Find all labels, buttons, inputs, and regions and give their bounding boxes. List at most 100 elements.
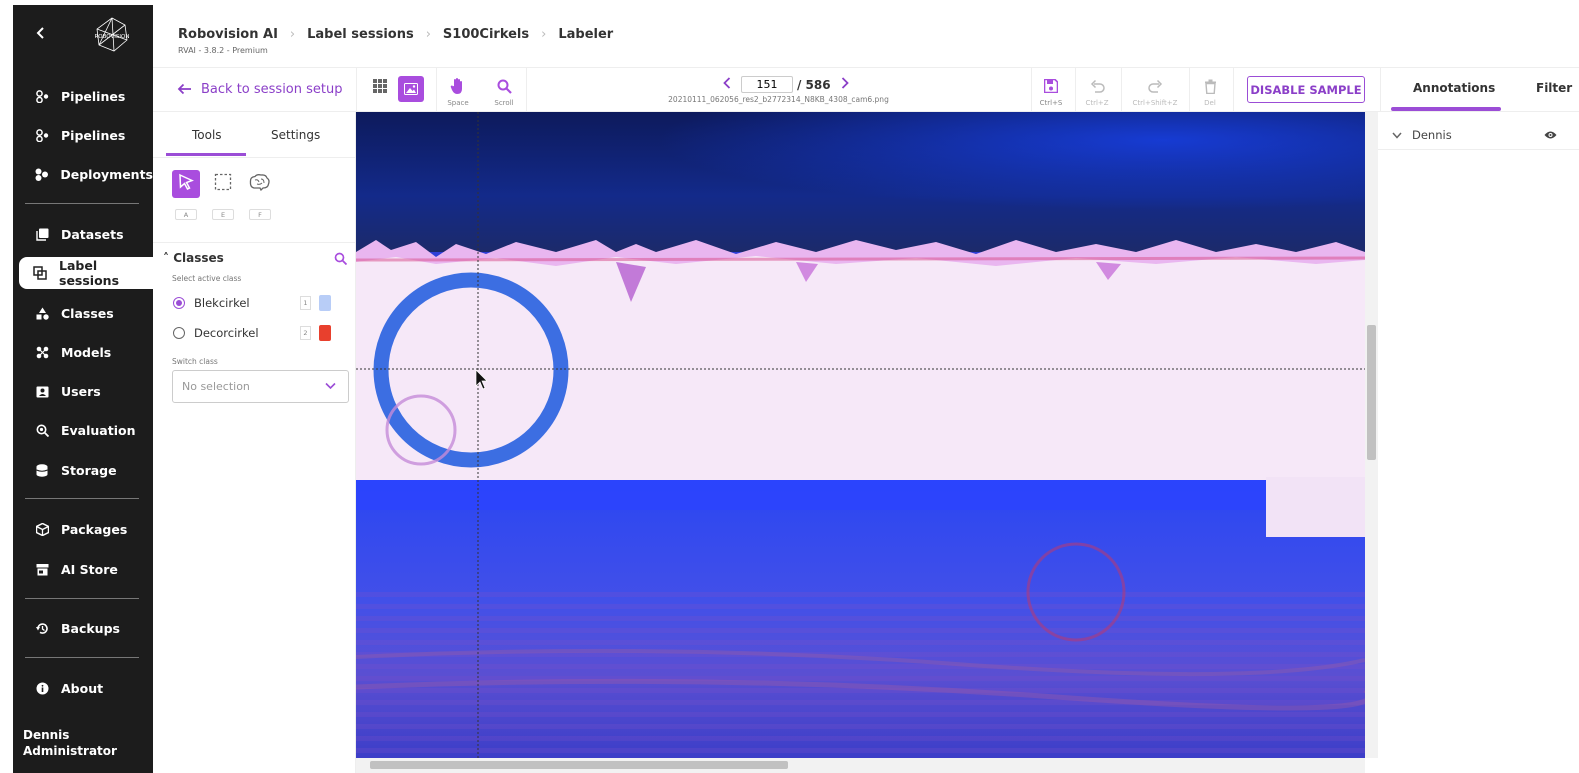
sidebar-item-label: Users — [61, 383, 101, 399]
sidebar-divider — [25, 498, 139, 499]
image-view-button[interactable] — [398, 76, 424, 102]
toolbar-divider — [526, 68, 527, 112]
sidebar-item-models[interactable]: Models — [21, 336, 153, 368]
tab-tools[interactable]: Tools — [192, 128, 222, 142]
search-icon[interactable] — [334, 250, 348, 269]
radio-unselected[interactable] — [173, 327, 185, 339]
sidebar-item-label: About — [61, 680, 104, 696]
arrow-left-icon — [177, 80, 192, 99]
class-color-swatch[interactable] — [319, 325, 331, 341]
pan-button[interactable]: Space — [443, 74, 473, 107]
undo-button[interactable]: Ctrl+Z — [1082, 74, 1112, 107]
breadcrumb-session[interactable]: S100Cirkels — [443, 27, 529, 42]
smart-tool-button[interactable] — [246, 170, 274, 198]
chevron-down-icon[interactable] — [1392, 128, 1402, 142]
sidebar-item-about[interactable]: About — [21, 672, 153, 704]
delete-button[interactable]: Del — [1195, 74, 1225, 107]
store-icon — [35, 562, 49, 576]
eye-icon[interactable] — [1544, 129, 1557, 143]
breadcrumb-robovision-ai[interactable]: Robovision AI — [178, 27, 278, 42]
sidebar-item-label: Classes — [61, 305, 114, 321]
disable-sample-button[interactable]: DISABLE SAMPLE — [1247, 76, 1365, 103]
sidebar-item-evaluation[interactable]: Evaluation — [21, 414, 153, 446]
shortcut-space: Space — [447, 99, 469, 107]
sidebar-item-users[interactable]: Users — [21, 375, 153, 407]
brain-icon — [249, 173, 271, 195]
deployments-icon — [35, 167, 49, 181]
shortcut-smart-tool: F — [249, 209, 271, 220]
sidebar-item-backups[interactable]: Backups — [21, 612, 153, 644]
class-name: Blekcirkel — [194, 296, 250, 310]
scroll-zoom-button[interactable]: Scroll — [489, 74, 519, 107]
breadcrumb-label-sessions[interactable]: Label sessions — [307, 27, 414, 42]
chevron-left-icon[interactable] — [35, 25, 51, 45]
cursor-icon — [177, 173, 195, 195]
toolbar-divider — [1121, 68, 1122, 112]
back-link-label: Back to session setup — [201, 82, 343, 97]
sidebar-item-pipelines[interactable]: Pipelines — [21, 80, 153, 112]
image-canvas[interactable] — [356, 112, 1365, 758]
sidebar-item-label-sessions[interactable]: Label sessions — [19, 257, 159, 289]
breadcrumb-separator: › — [541, 27, 547, 42]
tab-filter[interactable]: Filter — [1536, 81, 1572, 95]
save-button[interactable]: Ctrl+S — [1036, 74, 1066, 107]
pipelines-icon — [35, 89, 49, 103]
collapse-icon: ˄ — [163, 251, 174, 265]
sidebar-item-datasets[interactable]: Datasets — [21, 218, 153, 250]
panel-divider — [153, 242, 356, 243]
canvas-vertical-scrollbar[interactable] — [1365, 112, 1378, 758]
breadcrumb-labeler: Labeler — [558, 27, 614, 42]
sidebar-item-deployments[interactable]: Deployments — [21, 158, 153, 190]
radio-selected[interactable] — [173, 297, 185, 309]
scrollbar-thumb[interactable] — [1367, 325, 1376, 460]
tab-settings[interactable]: Settings — [271, 128, 320, 142]
breadcrumb-separator: › — [289, 27, 296, 42]
grid-view-button[interactable] — [365, 74, 395, 98]
chevron-right-icon[interactable] — [841, 76, 849, 93]
tab-annotations[interactable]: Annotations — [1413, 81, 1495, 95]
shortcut-save: Ctrl+S — [1039, 99, 1063, 107]
shortcut-delete: Del — [1204, 99, 1216, 107]
sidebar-item-label: Evaluation — [61, 422, 136, 438]
breadcrumb-separator: › — [425, 27, 431, 42]
page-number-input[interactable] — [741, 76, 793, 93]
sidebar-divider — [25, 657, 139, 658]
select-tool-button[interactable] — [172, 170, 200, 198]
sidebar-item-label: Pipelines — [61, 127, 126, 143]
sidebar-item-storage[interactable]: Storage — [21, 454, 153, 486]
sidebar-item-packages[interactable]: Packages — [21, 513, 153, 545]
sidebar-item-label: Packages — [61, 521, 128, 537]
sidebar-item-pipelines-2[interactable]: Pipelines — [21, 119, 153, 151]
back-to-session-setup-link[interactable]: Back to session setup — [177, 80, 343, 99]
robovision-logo[interactable]: ROBOVISION — [81, 15, 143, 55]
packages-icon — [35, 522, 49, 536]
datasets-icon — [35, 227, 49, 241]
scrollbar-thumb[interactable] — [370, 761, 788, 769]
save-icon — [1036, 74, 1066, 98]
shortcut-select-tool: A — [175, 209, 197, 220]
switch-class-select[interactable]: No selection — [172, 370, 349, 403]
class-color-swatch[interactable] — [319, 295, 331, 311]
toolbar-divider — [1075, 68, 1076, 112]
toolbar-divider — [436, 68, 437, 112]
models-icon — [35, 345, 49, 359]
sidebar-item-ai-store[interactable]: AI Store — [21, 553, 153, 585]
tab-underline — [166, 153, 246, 156]
box-tool-button[interactable] — [209, 170, 237, 198]
annotation-group-row[interactable]: Dennis — [1378, 120, 1579, 150]
annotation-user: Dennis — [1412, 127, 1452, 142]
label-sessions-icon — [33, 266, 47, 280]
header: Robovision AI › Label sessions › S100Cir… — [153, 5, 1579, 68]
classes-heading[interactable]: ˄ Classes — [163, 251, 224, 265]
right-panel-tabs: Annotations Filter — [1380, 68, 1579, 112]
user-info[interactable]: Dennis Administrator — [23, 727, 117, 759]
canvas-horizontal-scrollbar[interactable] — [356, 758, 1365, 773]
sidebar-item-label: Datasets — [61, 226, 124, 242]
user-name: Dennis — [23, 728, 70, 742]
sidebar-item-classes[interactable]: Classes — [21, 297, 153, 329]
chevron-left-icon[interactable] — [723, 76, 731, 93]
switch-class-value: No selection — [182, 380, 250, 393]
redo-button[interactable]: Ctrl+Shift+Z — [1128, 74, 1182, 107]
shortcut-undo: Ctrl+Z — [1085, 99, 1109, 107]
svg-text:ROBOVISION: ROBOVISION — [94, 34, 129, 40]
